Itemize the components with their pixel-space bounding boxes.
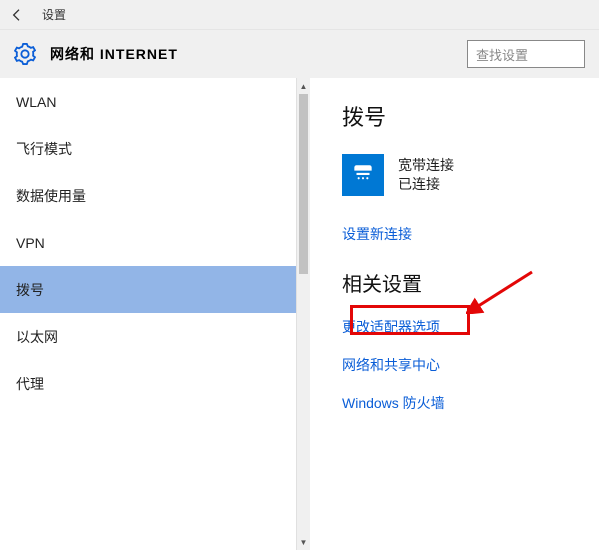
sidebar-item-vpn[interactable]: VPN <box>0 219 310 266</box>
main-panel: 拨号 宽带连接 已连接 设置新连接 相关设置 更改适配器选项 网络和共享中心 W… <box>310 78 599 550</box>
section-title-dialup: 拨号 <box>342 100 599 132</box>
scrollbar-up-arrow-icon[interactable]: ▲ <box>297 78 310 94</box>
phone-icon <box>342 154 384 196</box>
section-title-related: 相关设置 <box>342 268 599 297</box>
connection-text: 宽带连接 已连接 <box>398 156 454 194</box>
sidebar-item-label: 拨号 <box>16 280 44 300</box>
sidebar: WLAN 飞行模式 数据使用量 VPN 拨号 以太网 代理 ▲ ▼ <box>0 78 310 550</box>
connection-name: 宽带连接 <box>398 156 454 175</box>
sidebar-scrollbar[interactable]: ▲ ▼ <box>296 78 310 550</box>
sidebar-item-wlan[interactable]: WLAN <box>0 78 310 125</box>
search-input[interactable]: 查找设置 <box>467 40 585 68</box>
window-title: 设置 <box>42 6 66 23</box>
sidebar-item-dialup[interactable]: 拨号 <box>0 266 310 313</box>
new-connection-link[interactable]: 设置新连接 <box>342 224 599 244</box>
sidebar-item-label: 数据使用量 <box>16 186 86 206</box>
adapter-options-link[interactable]: 更改适配器选项 <box>342 317 599 337</box>
sidebar-item-proxy[interactable]: 代理 <box>0 360 310 407</box>
page-title: 网络和 INTERNET <box>50 44 178 64</box>
sidebar-item-label: 代理 <box>16 374 44 394</box>
sidebar-item-label: WLAN <box>16 94 56 110</box>
back-arrow-icon[interactable] <box>6 4 28 26</box>
connection-row[interactable]: 宽带连接 已连接 <box>342 154 599 196</box>
header-bar: 网络和 INTERNET 查找设置 <box>0 30 599 78</box>
firewall-link[interactable]: Windows 防火墙 <box>342 393 599 413</box>
sidebar-item-ethernet[interactable]: 以太网 <box>0 313 310 360</box>
connection-status: 已连接 <box>398 175 454 194</box>
sidebar-item-airplane[interactable]: 飞行模式 <box>0 125 310 172</box>
sidebar-item-label: 飞行模式 <box>16 139 72 159</box>
sharing-center-link[interactable]: 网络和共享中心 <box>342 355 599 375</box>
scrollbar-track[interactable] <box>297 94 310 534</box>
gear-icon <box>14 43 36 65</box>
sidebar-item-label: VPN <box>16 235 45 251</box>
search-placeholder: 查找设置 <box>476 45 528 64</box>
title-bar: 设置 <box>0 0 599 30</box>
sidebar-item-data-usage[interactable]: 数据使用量 <box>0 172 310 219</box>
scrollbar-down-arrow-icon[interactable]: ▼ <box>297 534 310 550</box>
sidebar-item-label: 以太网 <box>16 327 58 347</box>
scrollbar-thumb[interactable] <box>299 94 308 274</box>
